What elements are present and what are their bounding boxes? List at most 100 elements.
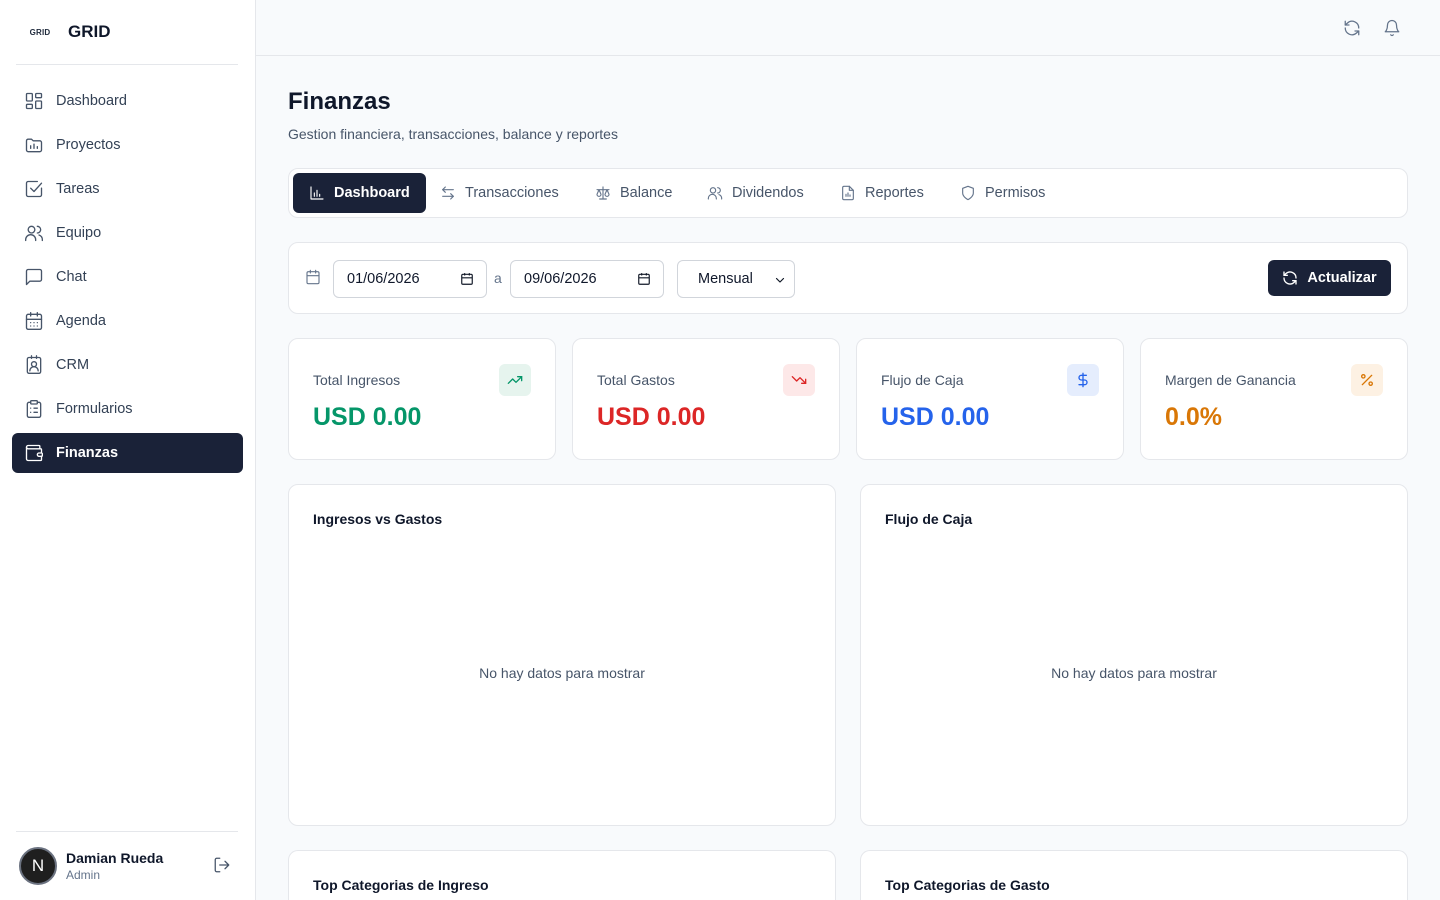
period-value: Mensual: [698, 271, 753, 287]
clipboard-icon: [24, 399, 44, 419]
sidebar-item-label: Agenda: [56, 313, 106, 329]
avatar[interactable]: N: [19, 847, 57, 885]
tab-balance[interactable]: Balance: [579, 173, 688, 213]
chevron-down-icon: [774, 274, 786, 286]
date-to-value: 09/06/2026: [524, 271, 597, 287]
page-subtitle: Gestion financiera, transacciones, balan…: [288, 126, 618, 142]
date-to-input[interactable]: 09/06/2026: [510, 260, 664, 298]
empty-state: No hay datos para mostrar: [479, 665, 645, 681]
bar-chart-icon: [310, 186, 324, 200]
sidebar-item-agenda[interactable]: Agenda: [12, 301, 243, 341]
tab-dashboard[interactable]: Dashboard: [293, 173, 426, 213]
calendar-icon: [24, 311, 44, 331]
kpi-value: USD 0.00: [881, 403, 990, 431]
kpi-value: USD 0.00: [597, 403, 706, 431]
sidebar-item-equipo[interactable]: Equipo: [12, 213, 243, 253]
sidebar: GRID GRID Dashboard Proyectos Tareas Equ…: [0, 0, 256, 900]
refresh-button[interactable]: Actualizar: [1268, 260, 1391, 296]
sidebar-item-chat[interactable]: Chat: [12, 257, 243, 297]
tab-permisos[interactable]: Permisos: [944, 173, 1061, 213]
sidebar-item-label: Chat: [56, 269, 87, 285]
sidebar-item-label: Formularios: [56, 401, 133, 417]
bell-icon[interactable]: [1381, 17, 1403, 39]
folder-icon: [24, 135, 44, 155]
calendar-icon: [305, 269, 323, 287]
refresh-icon: [1283, 271, 1298, 285]
sidebar-item-proyectos[interactable]: Proyectos: [12, 125, 243, 165]
tab-bar: Dashboard Transacciones Balance Dividend…: [288, 168, 1408, 218]
dollar-icon: [1067, 364, 1099, 396]
percent-icon: [1351, 364, 1383, 396]
users-icon: [707, 187, 723, 200]
brand-name: GRID: [68, 22, 111, 41]
kpi-label: Flujo de Caja: [881, 372, 964, 388]
page-title: Finanzas: [288, 88, 391, 115]
message-square-icon: [24, 267, 44, 287]
sidebar-item-formularios[interactable]: Formularios: [12, 389, 243, 429]
sidebar-nav: Dashboard Proyectos Tareas Equipo Chat A…: [12, 81, 243, 477]
date-from-input[interactable]: 01/06/2026: [333, 260, 487, 298]
tab-reportes[interactable]: Reportes: [824, 173, 940, 213]
user-info: Damian Rueda Admin: [66, 850, 213, 882]
tab-dividendos[interactable]: Dividendos: [691, 173, 820, 213]
sidebar-item-crm[interactable]: CRM: [12, 345, 243, 385]
user-profile: N Damian Rueda Admin: [16, 831, 238, 900]
tab-label: Reportes: [865, 185, 924, 201]
kpi-card-total-gastos: Total Gastos USD 0.00: [572, 338, 840, 460]
tab-label: Permisos: [985, 185, 1046, 201]
sidebar-item-label: Equipo: [56, 225, 102, 241]
logout-icon[interactable]: [213, 856, 233, 876]
sidebar-item-label: Tareas: [56, 181, 100, 197]
refresh-button-label: Actualizar: [1307, 270, 1377, 286]
period-select[interactable]: Mensual: [677, 260, 795, 298]
panel-flujo-de-caja: Flujo de Caja No hay datos para mostrar: [860, 484, 1408, 826]
sidebar-item-label: Dashboard: [56, 93, 127, 109]
calendar-picker-icon[interactable]: [460, 272, 474, 286]
tab-label: Dividendos: [732, 185, 804, 201]
sidebar-item-dashboard[interactable]: Dashboard: [12, 81, 243, 121]
file-chart-icon: [842, 185, 854, 201]
kpi-label: Total Ingresos: [313, 372, 401, 388]
contact-icon: [24, 355, 44, 375]
kpi-value: USD 0.00: [313, 403, 422, 431]
tab-transacciones[interactable]: Transacciones: [424, 173, 575, 213]
trending-up-icon: [499, 364, 531, 396]
filter-bar: 01/06/2026 a 09/06/2026 Mensual Actualiz…: [288, 242, 1408, 314]
tab-label: Transacciones: [465, 185, 559, 201]
scale-icon: [596, 186, 610, 200]
panel-title: Top Categorias de Ingreso: [313, 877, 489, 893]
sidebar-item-label: CRM: [56, 357, 90, 373]
kpi-card-flujo-de-caja: Flujo de Caja USD 0.00: [856, 338, 1124, 460]
date-from-value: 01/06/2026: [347, 271, 420, 287]
users-icon: [24, 223, 44, 243]
kpi-label: Margen de Ganancia: [1165, 372, 1296, 388]
kpi-label: Total Gastos: [597, 372, 675, 388]
panel-title: Ingresos vs Gastos: [313, 511, 443, 527]
sidebar-item-tareas[interactable]: Tareas: [12, 169, 243, 209]
sidebar-item-finanzas[interactable]: Finanzas: [12, 433, 243, 473]
brand[interactable]: GRID GRID: [16, 0, 238, 65]
trending-down-icon: [783, 364, 815, 396]
panel-top-categorias-ingreso: Top Categorias de Ingreso: [288, 850, 836, 900]
user-name: Damian Rueda: [66, 850, 164, 866]
calendar-picker-icon[interactable]: [637, 272, 651, 286]
kpi-card-margen-de-ganancia: Margen de Ganancia 0.0%: [1140, 338, 1408, 460]
refresh-icon[interactable]: [1341, 17, 1363, 39]
date-range-separator: a: [494, 270, 502, 286]
panel-title: Flujo de Caja: [885, 511, 973, 527]
panel-title: Top Categorias de Gasto: [885, 877, 1050, 893]
tab-label: Dashboard: [334, 185, 410, 201]
panel-ingresos-vs-gastos: Ingresos vs Gastos No hay datos para mos…: [288, 484, 836, 826]
kpi-value: 0.0%: [1165, 403, 1222, 431]
sidebar-item-label: Finanzas: [56, 445, 119, 461]
check-square-icon: [24, 179, 44, 199]
brand-logo: GRID: [29, 27, 51, 37]
sidebar-item-label: Proyectos: [56, 137, 121, 153]
tab-label: Balance: [620, 185, 673, 201]
empty-state: No hay datos para mostrar: [1051, 665, 1217, 681]
kpi-card-total-ingresos: Total Ingresos USD 0.00: [288, 338, 556, 460]
shield-icon: [962, 185, 974, 201]
user-role: Admin: [66, 868, 101, 882]
arrows-left-right-icon: [442, 186, 454, 200]
topbar: [256, 0, 1440, 56]
